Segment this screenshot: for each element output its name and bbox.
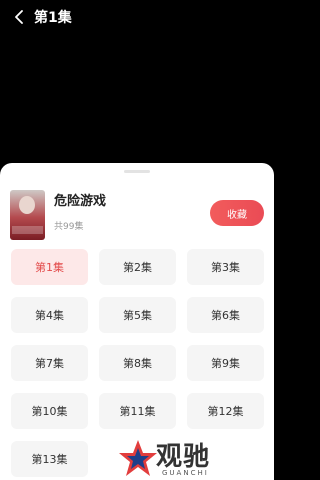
watermark-text: 观驰: [156, 442, 211, 472]
episode-button[interactable]: 第9集: [187, 345, 264, 381]
star-logo-icon: [119, 440, 157, 476]
episode-button[interactable]: 第2集: [99, 249, 176, 285]
episode-button[interactable]: 第3集: [187, 249, 264, 285]
chevron-left-icon: [15, 10, 23, 24]
watermark: 观驰 GUANCHI: [118, 436, 236, 480]
episode-button[interactable]: 第5集: [99, 297, 176, 333]
back-button[interactable]: [8, 6, 30, 28]
episode-button[interactable]: 第4集: [11, 297, 88, 333]
page-title: 第1集: [34, 10, 72, 26]
episode-button[interactable]: 第6集: [187, 297, 264, 333]
episode-grid: 第1集 第2集 第3集第4集 第5集 第6集第7集 第8集 第9集第10集 第11集 第12集第…: [0, 163, 274, 480]
episode-button[interactable]: 第13集: [11, 441, 88, 477]
episode-button[interactable]: 第8集: [99, 345, 176, 381]
episode-button[interactable]: 第11集: [99, 393, 176, 429]
top-bar: 第1集: [0, 0, 274, 34]
episode-button[interactable]: 第7集: [11, 345, 88, 381]
episode-button[interactable]: 第12集: [187, 393, 264, 429]
episode-button[interactable]: 第10集: [11, 393, 88, 429]
episode-button[interactable]: 第1集: [11, 249, 88, 285]
episode-sheet: 危险游戏 共99集 收藏 第1集 第2集 第3集 第4集 第5集 第6集 第7集 第8集 第9集…: [0, 163, 274, 480]
watermark-subtext: GUANCHI: [162, 469, 209, 477]
